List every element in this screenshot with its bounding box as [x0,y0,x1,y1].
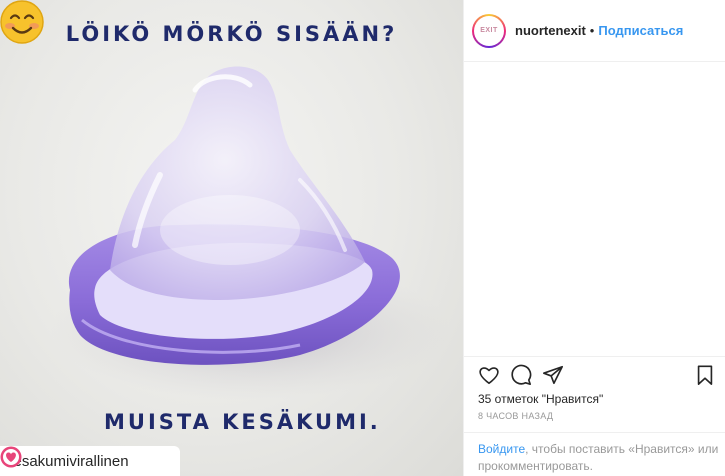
image-headline: LÖIKÖ MÖRKÖ SISÄÄN? [65,22,398,46]
heart-icon[interactable] [478,364,500,386]
login-prompt: Войдите, чтобы поставить «Нравится» или … [464,432,725,475]
follow-button[interactable]: Подписаться [598,23,683,38]
image-tagline: MUISTA KESÄKUMI. [104,410,381,434]
avatar[interactable]: EXIT [472,13,506,48]
share-icon[interactable] [542,364,564,386]
bookmark-icon[interactable] [694,364,716,386]
post-sidebar: EXIT nuortenexit • Подписаться 35 отмето… [463,0,725,476]
repost-attribution[interactable]: kesakumivirallinen [0,446,180,476]
repost-username[interactable]: kesakumivirallinen [6,453,129,470]
avatar-logo: EXIT [474,15,504,46]
post-header: EXIT nuortenexit • Подписаться [464,0,725,62]
comment-icon[interactable] [510,364,532,386]
header-separator: • [589,23,595,38]
action-bar [464,356,725,392]
comments-area [464,62,725,352]
post-image[interactable]: LÖIKÖ MÖRKÖ SISÄÄN? MUISTA KESÄKUMI. kes… [0,0,463,476]
likes-count[interactable]: 35 отметок "Нравится" [478,392,603,406]
post-timestamp[interactable]: 8 часов назад [478,411,553,421]
username-link[interactable]: nuortenexit [515,23,586,38]
smiling-face-emoji-icon [0,0,44,44]
pink-heart-badge-icon [0,446,22,468]
condom-illustration [50,66,450,400]
login-link[interactable]: Войдите [478,442,525,456]
instagram-post: LÖIKÖ MÖRKÖ SISÄÄN? MUISTA KESÄKUMI. kes… [0,0,725,476]
